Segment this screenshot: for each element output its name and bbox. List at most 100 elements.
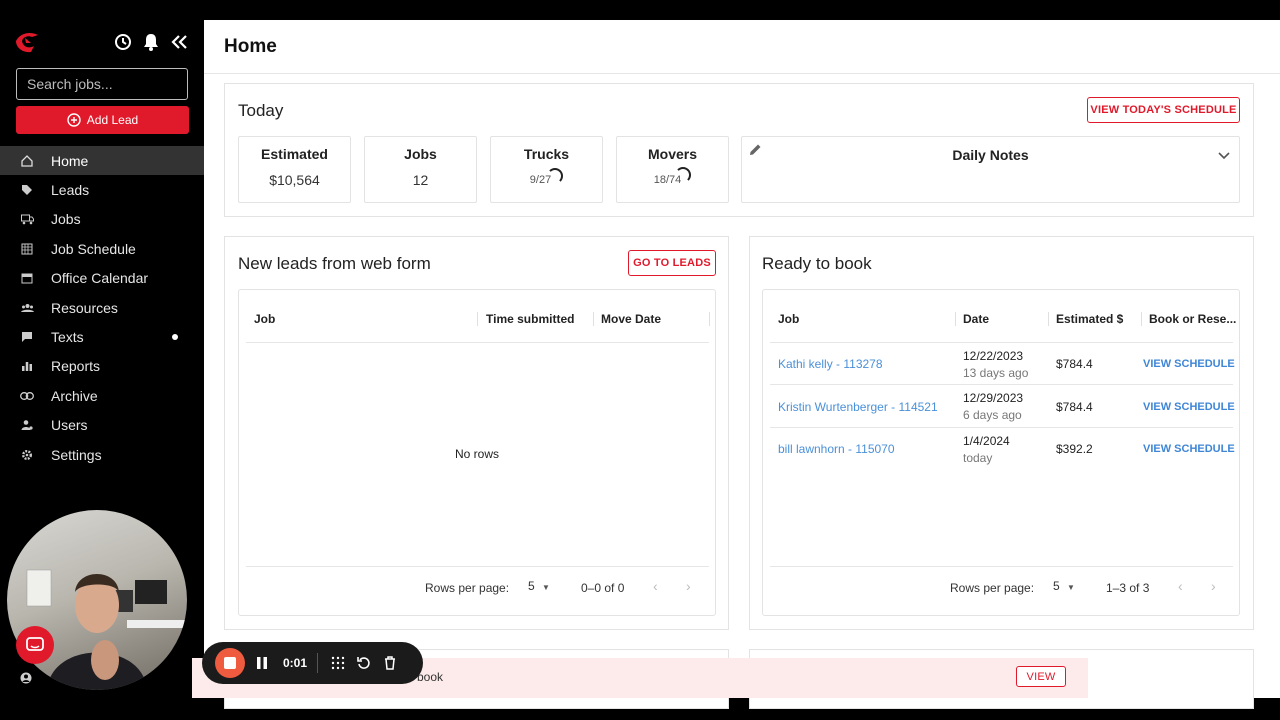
sidebar-item-home[interactable]: Home <box>0 146 204 176</box>
ready-to-book-table: Job Date Estimated $ Book or Rese... Kat… <box>762 289 1240 616</box>
next-page-icon[interactable]: › <box>1211 578 1216 594</box>
stat-label: Movers <box>647 146 698 162</box>
stat-estimated: Estimated $10,564 <box>238 136 351 203</box>
sidebar-item-label: Texts <box>51 329 84 346</box>
rows-per-page-label: Rows per page: <box>950 581 1035 595</box>
rows-per-page-value: 5 <box>1053 579 1060 593</box>
rows-per-page-select[interactable]: 5 ▼ <box>1053 579 1075 593</box>
rows-per-page-label: Rows per page: <box>425 581 510 595</box>
go-to-leads-button[interactable]: GO TO LEADS <box>628 250 716 276</box>
sidebar-item-leads[interactable]: Leads <box>0 175 204 204</box>
pagination-range: 0–0 of 0 <box>581 581 625 595</box>
sidebar-item-archive[interactable]: Archive <box>0 381 204 410</box>
restart-icon[interactable] <box>352 651 376 675</box>
progress-ring-icon <box>547 168 564 184</box>
search-jobs-input[interactable] <box>16 68 188 100</box>
next-page-icon[interactable]: › <box>686 578 691 594</box>
job-date-ago: 6 days ago <box>963 408 1022 422</box>
column-header[interactable]: Date <box>963 312 989 326</box>
sidebar-item-label: Leads <box>51 182 90 199</box>
job-date-ago: today <box>963 451 993 465</box>
column-header[interactable]: Time submitted <box>486 312 574 326</box>
column-header[interactable]: Book or Rese... <box>1149 312 1236 326</box>
view-schedule-button[interactable]: VIEW SCHEDULE <box>1143 358 1235 370</box>
tag-icon <box>20 183 34 197</box>
job-date: 1/4/2024 <box>963 434 1010 448</box>
app-window: Add Lead Home Leads Jobs Job Schedule Of… <box>0 20 1280 709</box>
rows-per-page-select[interactable]: 5 ▼ <box>528 579 550 593</box>
prev-page-icon[interactable]: ‹ <box>653 578 658 594</box>
pagination-range: 1–3 of 3 <box>1106 581 1150 595</box>
today-title: Today <box>238 101 284 120</box>
bell-icon[interactable] <box>140 31 162 53</box>
sidebar-item-label: Users <box>51 417 88 434</box>
chevron-down-icon[interactable] <box>1218 147 1230 165</box>
grid-dots-icon[interactable] <box>326 651 350 675</box>
job-link[interactable]: bill lawnhorn - 115070 <box>778 442 895 456</box>
calendar-grid-icon <box>20 242 34 256</box>
sidebar-item-label: Office Calendar <box>51 270 149 287</box>
stop-recording-button[interactable] <box>215 648 245 678</box>
job-link[interactable]: Kathi kelly - 113278 <box>778 357 883 371</box>
daily-notes-panel[interactable]: Daily Notes <box>741 136 1240 203</box>
stat-label: Estimated <box>261 146 328 162</box>
column-header[interactable]: Job <box>254 312 275 326</box>
alert-view-button[interactable]: VIEW <box>1016 666 1066 687</box>
sidebar-item-users[interactable]: Users <box>0 411 204 440</box>
home-icon <box>20 154 34 168</box>
brand-logo[interactable] <box>14 31 40 53</box>
account-icon[interactable] <box>20 671 32 684</box>
people-icon <box>20 301 34 315</box>
collapse-sidebar-icon[interactable] <box>168 31 190 53</box>
trash-icon[interactable] <box>378 651 402 675</box>
add-lead-label: Add Lead <box>86 113 139 127</box>
sidebar-item-label: Job Schedule <box>51 240 136 257</box>
column-header[interactable]: Move Date <box>601 312 661 326</box>
job-date: 12/22/2023 <box>963 349 1024 363</box>
caret-down-icon: ▼ <box>1067 583 1075 592</box>
stat-value: $10,564 <box>269 172 320 188</box>
sidebar-item-label: Jobs <box>51 211 81 228</box>
sidebar-item-job-schedule[interactable]: Job Schedule <box>0 234 204 263</box>
column-header[interactable]: Job <box>778 312 799 326</box>
sidebar-item-label: Resources <box>51 299 118 316</box>
sidebar-item-texts[interactable]: Texts <box>0 322 204 351</box>
sidebar-item-label: Settings <box>51 446 102 463</box>
new-leads-table: Job Time submitted Move Date No rows Row… <box>238 289 716 616</box>
view-schedule-button[interactable]: VIEW SCHEDULE <box>1143 401 1235 413</box>
job-date-ago: 13 days ago <box>963 366 1029 380</box>
sidebar-nav: Home Leads Jobs Job Schedule Office Cale… <box>0 146 204 469</box>
job-estimate: $784.4 <box>1056 357 1093 371</box>
recording-timer: 0:01 <box>283 656 308 670</box>
new-leads-title: New leads from web form <box>238 254 431 273</box>
sidebar-item-label: Reports <box>51 358 101 375</box>
pause-recording-button[interactable] <box>247 648 277 678</box>
chat-icon <box>26 637 44 651</box>
column-header[interactable]: Estimated $ <box>1056 312 1123 326</box>
page-title: Home <box>224 35 277 57</box>
recording-toolbar: 0:01 <box>202 642 423 684</box>
job-link[interactable]: Kristin Wurtenberger - 114521 <box>778 400 938 414</box>
sidebar: Add Lead Home Leads Jobs Job Schedule Of… <box>0 20 204 698</box>
stat-jobs: Jobs 12 <box>364 136 477 203</box>
prev-page-icon[interactable]: ‹ <box>1178 578 1183 594</box>
chat-launcher-button[interactable] <box>16 626 54 664</box>
add-lead-button[interactable]: Add Lead <box>16 106 189 134</box>
sidebar-item-settings[interactable]: Settings <box>0 440 204 469</box>
sidebar-item-office-calendar[interactable]: Office Calendar <box>0 264 204 293</box>
history-icon[interactable] <box>112 31 134 53</box>
sidebar-item-jobs[interactable]: Jobs <box>0 205 204 234</box>
sidebar-item-reports[interactable]: Reports <box>0 352 204 381</box>
truck-icon <box>20 212 34 226</box>
job-estimate: $784.4 <box>1056 400 1093 414</box>
calendar-icon <box>20 271 34 285</box>
users-icon <box>20 418 34 432</box>
message-icon <box>20 330 34 344</box>
view-todays-schedule-button[interactable]: VIEW TODAY'S SCHEDULE <box>1087 97 1240 123</box>
link-icon <box>20 389 34 403</box>
caret-down-icon: ▼ <box>542 583 550 592</box>
view-schedule-button[interactable]: VIEW SCHEDULE <box>1143 443 1235 455</box>
sidebar-item-resources[interactable]: Resources <box>0 293 204 322</box>
daily-notes-title: Daily Notes <box>952 147 1029 163</box>
bar-chart-icon <box>20 359 34 373</box>
